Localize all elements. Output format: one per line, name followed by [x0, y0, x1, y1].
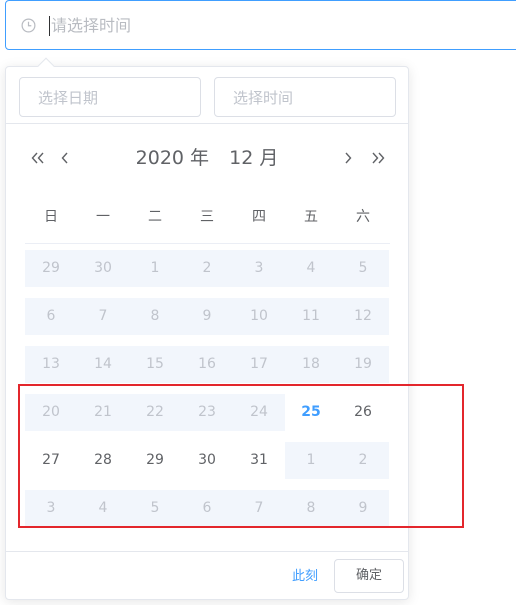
- weekday-label: 四: [252, 209, 266, 225]
- weekday-label: 三: [200, 209, 214, 225]
- calendar-day[interactable]: 9: [337, 490, 389, 527]
- weekday-label: 六: [356, 209, 370, 225]
- calendar-day[interactable]: 23: [181, 394, 233, 431]
- calendar-day[interactable]: 22: [129, 394, 181, 431]
- next-year-button[interactable]: [367, 146, 387, 170]
- calendar-day[interactable]: 13: [25, 346, 77, 383]
- calendar-day[interactable]: 10: [233, 298, 285, 335]
- calendar-day[interactable]: 11: [285, 298, 337, 335]
- date-input-placeholder: 选择日期: [38, 89, 99, 107]
- calendar-day[interactable]: 17: [233, 346, 285, 383]
- header-divider: [6, 123, 408, 124]
- time-input-placeholder: 选择时间: [233, 89, 294, 107]
- calendar-day[interactable]: 5: [337, 250, 389, 287]
- calendar-day[interactable]: 31: [233, 442, 285, 479]
- popover-arrow: [37, 57, 55, 75]
- month-year-label: 2020 年 12 月: [102, 145, 312, 171]
- calendar-day[interactable]: 20: [25, 394, 77, 431]
- calendar-day[interactable]: 7: [77, 298, 129, 335]
- calendar-day[interactable]: 3: [233, 250, 285, 287]
- calendar-day[interactable]: 8: [129, 298, 181, 335]
- calendar-day[interactable]: 5: [129, 490, 181, 527]
- calendar-day[interactable]: 19: [337, 346, 389, 383]
- datetime-input-placeholder: 请选择时间: [51, 16, 132, 35]
- calendar-day[interactable]: 3: [25, 490, 77, 527]
- datetime-input[interactable]: 请选择时间: [5, 0, 516, 50]
- chevron-right-icon: [345, 152, 352, 164]
- text-caret: [49, 16, 50, 36]
- calendar-day[interactable]: 1: [285, 442, 337, 479]
- confirm-button[interactable]: 确定: [334, 559, 404, 593]
- calendar-day[interactable]: 8: [285, 490, 337, 527]
- now-button[interactable]: 此刻: [286, 567, 324, 587]
- calendar-day[interactable]: 12: [337, 298, 389, 335]
- clock-icon: [21, 18, 36, 33]
- calendar-day[interactable]: 14: [77, 346, 129, 383]
- calendar-day[interactable]: 6: [25, 298, 77, 335]
- calendar-day[interactable]: 28: [77, 442, 129, 479]
- calendar-day[interactable]: 4: [77, 490, 129, 527]
- calendar-day[interactable]: 24: [233, 394, 285, 431]
- weekday-label: 二: [148, 209, 162, 225]
- calendar-day[interactable]: 15: [129, 346, 181, 383]
- footer-divider: [6, 551, 408, 552]
- double-chevron-right-icon: [372, 152, 385, 164]
- date-input[interactable]: 选择日期: [19, 77, 201, 117]
- calendar-day[interactable]: 21: [77, 394, 129, 431]
- calendar-day[interactable]: 18: [285, 346, 337, 383]
- calendar-day[interactable]: 27: [25, 442, 77, 479]
- header-year[interactable]: 2020 年: [136, 147, 209, 169]
- prev-month-button[interactable]: [56, 146, 76, 170]
- calendar-day[interactable]: 30: [181, 442, 233, 479]
- calendar-day[interactable]: 29: [129, 442, 181, 479]
- calendar-day[interactable]: 29: [25, 250, 77, 287]
- datetime-picker-panel: 选择日期 选择时间 2020 年 12 月 日 一 二 三 四 五 六 29 3…: [5, 57, 409, 600]
- calendar-day[interactable]: 7: [233, 490, 285, 527]
- weekday-label: 一: [96, 209, 110, 225]
- weekday-divider: [25, 243, 390, 244]
- calendar-day[interactable]: 6: [181, 490, 233, 527]
- double-chevron-left-icon: [31, 152, 44, 164]
- prev-year-button[interactable]: [27, 146, 47, 170]
- calendar-day[interactable]: 2: [337, 442, 389, 479]
- time-input[interactable]: 选择时间: [214, 77, 396, 117]
- calendar-day[interactable]: 26: [337, 394, 389, 431]
- next-month-button[interactable]: [339, 146, 359, 170]
- calendar-day[interactable]: 1: [129, 250, 181, 287]
- calendar-day[interactable]: 9: [181, 298, 233, 335]
- header-month[interactable]: 12 月: [229, 147, 278, 169]
- calendar-day[interactable]: 30: [77, 250, 129, 287]
- chevron-left-icon: [61, 152, 68, 164]
- calendar-day[interactable]: 16: [181, 346, 233, 383]
- calendar-day[interactable]: 2: [181, 250, 233, 287]
- calendar-day[interactable]: 4: [285, 250, 337, 287]
- weekday-label: 五: [304, 209, 318, 225]
- calendar-day-today[interactable]: 25: [285, 394, 337, 431]
- weekday-label: 日: [44, 209, 58, 225]
